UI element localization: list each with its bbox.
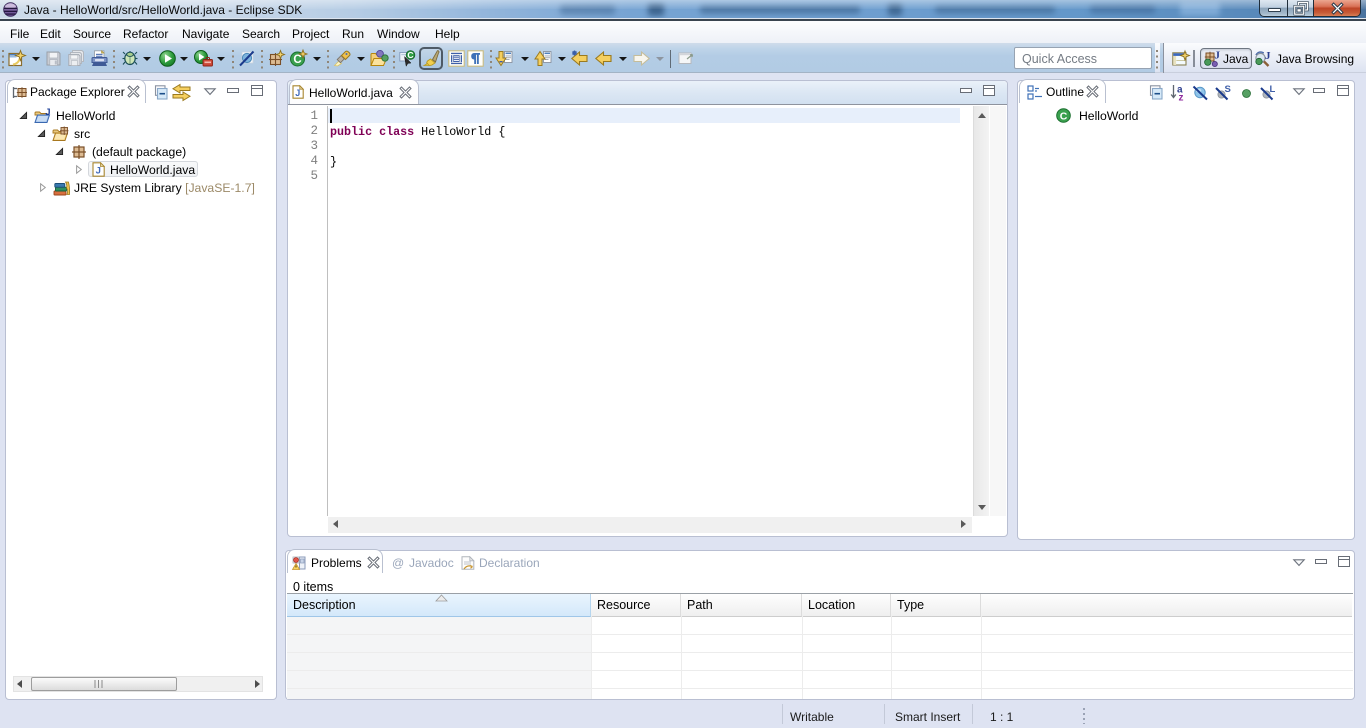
svg-text:C: C — [1060, 111, 1068, 123]
svg-text:z: z — [1179, 93, 1184, 104]
svg-text:J: J — [295, 88, 300, 98]
svg-text:J: J — [96, 165, 101, 176]
svg-text:J: J — [45, 107, 50, 118]
svg-text:J: J — [1215, 50, 1221, 62]
svg-text:L: L — [1270, 84, 1276, 95]
svg-text:C: C — [293, 54, 301, 66]
svg-text:S: S — [1225, 84, 1231, 95]
svg-text:C: C — [407, 50, 413, 60]
svg-text:J: J — [1265, 50, 1271, 62]
